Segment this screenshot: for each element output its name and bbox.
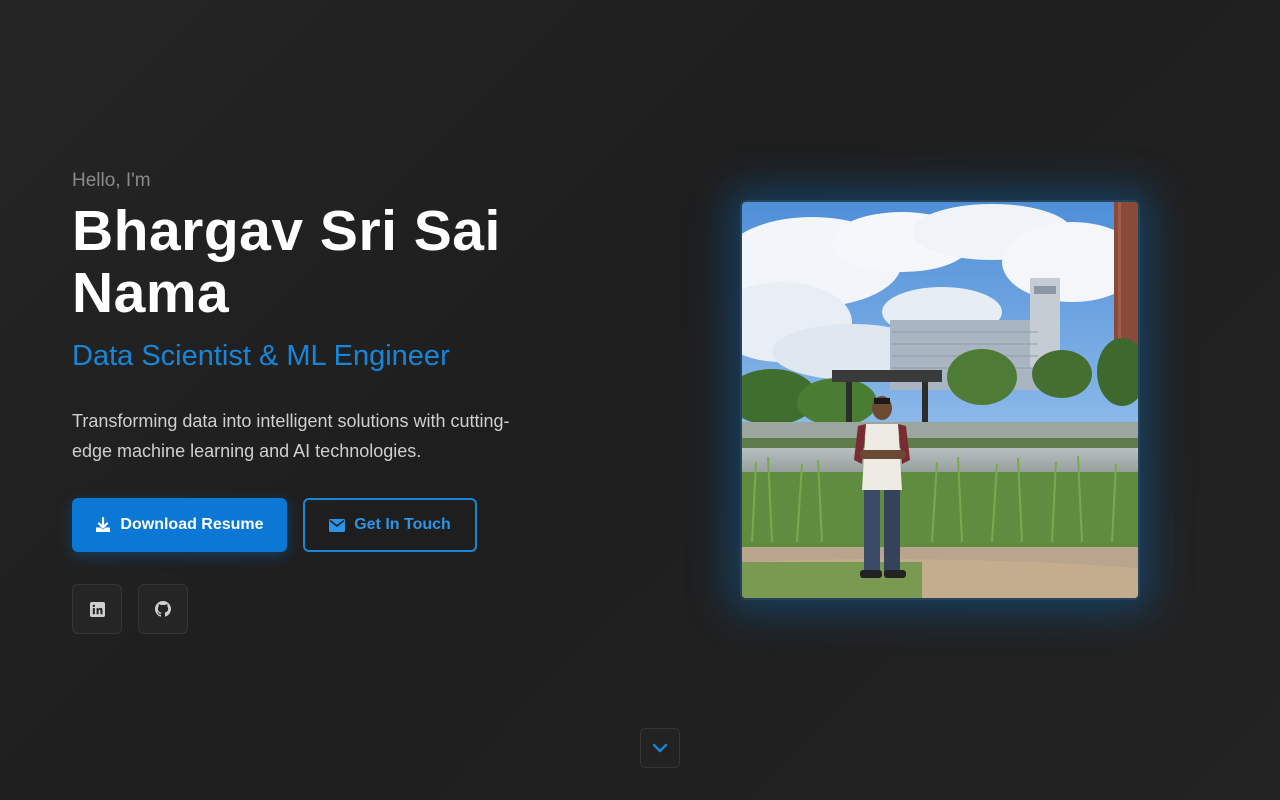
- linkedin-link[interactable]: [72, 584, 122, 634]
- chevron-down-icon: [652, 743, 668, 753]
- envelope-icon: [329, 518, 346, 532]
- github-link[interactable]: [138, 584, 188, 634]
- download-resume-button[interactable]: Download Resume: [72, 498, 287, 552]
- social-links: [72, 584, 188, 634]
- github-icon: [155, 601, 171, 617]
- hero-tagline: Transforming data into intelligent solut…: [72, 411, 510, 461]
- download-icon: [96, 517, 111, 532]
- profile-photo: [742, 202, 1138, 598]
- hero-role: Data Scientist & ML Engineer: [72, 340, 450, 372]
- get-in-touch-button[interactable]: Get In Touch: [303, 498, 477, 552]
- scroll-down-button[interactable]: [640, 728, 680, 768]
- profile-photo-illustration: [742, 202, 1138, 598]
- hero-actions: Download Resume Get In Touch: [72, 498, 477, 552]
- hero-name: Bhargav Sri Sai Nama: [72, 199, 501, 325]
- greeting-text: Hello, I'm: [72, 170, 151, 191]
- linkedin-icon: [89, 601, 105, 617]
- get-in-touch-label: Get In Touch: [354, 516, 451, 533]
- download-resume-label: Download Resume: [120, 516, 264, 533]
- hero-section: Hello, I'm Bhargav Sri Sai Nama Data Sci…: [72, 168, 572, 466]
